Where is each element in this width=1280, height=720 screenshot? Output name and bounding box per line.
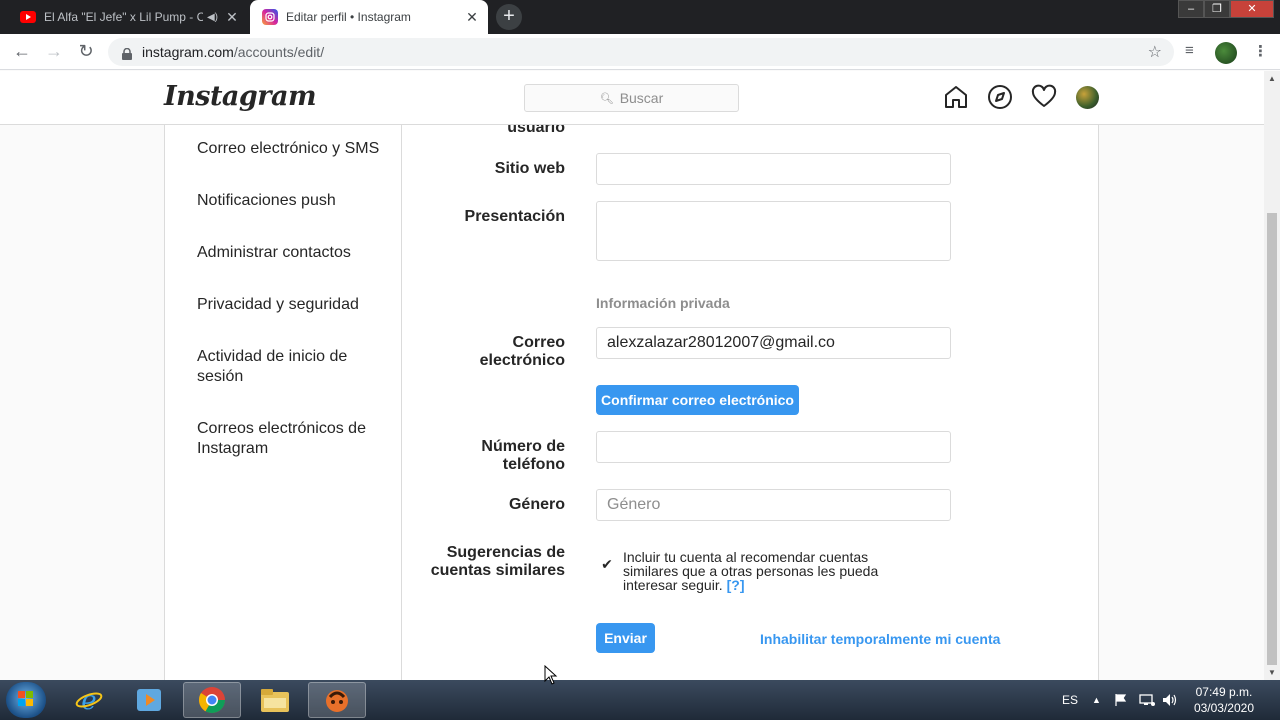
action-center-flag-icon[interactable] [1114, 680, 1128, 720]
edit-profile-page: Correo electrónico y SMS Notificaciones … [0, 125, 1264, 680]
profile-avatar[interactable] [1076, 86, 1099, 109]
bio-textarea[interactable] [596, 201, 951, 261]
sidebar-item-login-activity[interactable]: Actividad de inicio de sesión [197, 347, 362, 387]
settings-card: Correo electrónico y SMS Notificaciones … [164, 125, 1099, 680]
browser-tab-strip: El Alfa "El Jefe" x Lil Pump - C ◀) ✕ Ed… [0, 0, 1280, 34]
media-player-icon[interactable] [120, 682, 178, 718]
sidebar-item-instagram-emails[interactable]: Correos electrónicos de Instagram [197, 419, 372, 459]
instagram-logo[interactable]: Instagram [164, 81, 317, 112]
website-field[interactable] [596, 153, 951, 185]
email-field[interactable]: alexzalazar28012007@gmail.co [596, 327, 951, 359]
search-icon: 🔍︎ [599, 92, 614, 105]
forward-arrow-icon[interactable]: → [42, 40, 66, 64]
search-input[interactable]: 🔍︎ Buscar [524, 84, 739, 112]
windows-logo-icon [18, 691, 33, 706]
suggestions-description: Incluir tu cuenta al recomendar cuentas … [623, 550, 893, 592]
url-host: instagram.com [142, 44, 234, 60]
url-path: /accounts/edit/ [233, 44, 325, 60]
scroll-down-arrow-icon[interactable]: ▼ [1264, 668, 1280, 677]
system-clock[interactable]: 07:49 p.m. 03/03/2020 [1194, 684, 1254, 716]
window-controls: – ❐ ✕ [1178, 0, 1274, 18]
tray-expand-icon[interactable]: ▲ [1092, 680, 1101, 720]
url-text: instagram.com/accounts/edit/ [142, 44, 324, 60]
chrome-menu-icon[interactable]: ⋮ [1253, 42, 1268, 60]
sidebar-item-push-notifications[interactable]: Notificaciones push [197, 191, 387, 211]
close-window-icon[interactable]: ✕ [1230, 0, 1274, 18]
svg-text:e: e [81, 686, 96, 715]
instagram-header: Instagram 🔍︎ Buscar [0, 71, 1264, 125]
confirm-email-button[interactable]: Confirmar correo electrónico [596, 385, 799, 415]
instagram-favicon-icon [262, 9, 278, 25]
clock-time: 07:49 p.m. [1195, 685, 1253, 699]
youtube-icon [20, 9, 36, 25]
internet-explorer-icon[interactable]: e [60, 682, 118, 718]
mouse-cursor-icon [544, 665, 558, 685]
phone-field[interactable] [596, 431, 951, 463]
gender-field[interactable]: Género [596, 489, 951, 521]
activity-heart-icon[interactable] [1031, 84, 1057, 110]
minimize-icon[interactable]: – [1178, 0, 1204, 18]
chrome-taskbar-icon[interactable] [183, 682, 241, 718]
suggestions-help-link[interactable]: [?] [727, 577, 745, 593]
back-arrow-icon[interactable]: ← [10, 40, 34, 64]
language-indicator[interactable]: ES [1062, 680, 1078, 720]
tab-instagram[interactable]: Editar perfil • Instagram ✕ [250, 0, 488, 34]
reload-icon[interactable]: ↻ [74, 40, 98, 64]
email-label: Correo electrónico [479, 334, 565, 369]
lock-icon [122, 47, 132, 60]
tab-close-icon[interactable]: ✕ [222, 9, 242, 26]
search-placeholder: Buscar [619, 90, 664, 106]
page-scrollbar[interactable]: ▲ ▼ [1264, 71, 1280, 680]
clock-date: 03/03/2020 [1193, 701, 1254, 715]
tab-youtube[interactable]: El Alfa "El Jefe" x Lil Pump - C ◀) ✕ [8, 0, 248, 34]
bookmark-star-icon[interactable]: ☆ [1148, 42, 1162, 62]
game-app-icon[interactable] [308, 682, 366, 718]
private-info-heading: Información privada [596, 295, 730, 311]
volume-icon[interactable] [1162, 680, 1178, 720]
address-bar[interactable]: instagram.com/accounts/edit/ ☆ [108, 38, 1174, 66]
windows-taskbar: e ES ▲ 07:49 p.m. 03/03/2020 [0, 680, 1280, 720]
media-control-icon[interactable]: ≡ [1185, 42, 1194, 59]
new-tab-button[interactable]: + [496, 4, 522, 30]
sidebar-item-manage-contacts[interactable]: Administrar contactos [197, 243, 387, 263]
scroll-up-arrow-icon[interactable]: ▲ [1264, 74, 1280, 83]
submit-button[interactable]: Enviar [596, 623, 655, 653]
bio-label: Presentación [464, 208, 565, 225]
suggestions-checkbox[interactable]: ✔ [599, 556, 615, 572]
network-icon[interactable] [1139, 680, 1155, 720]
suggestions-label: Sugerencias de cuentas similares [430, 544, 565, 579]
disable-account-link[interactable]: Inhabilitar temporalmente mi cuenta [760, 631, 1000, 647]
settings-sidebar: Correo electrónico y SMS Notificaciones … [165, 125, 402, 680]
website-label: Sitio web [494, 160, 565, 177]
explore-compass-icon[interactable] [987, 84, 1013, 110]
scrollbar-thumb[interactable] [1267, 213, 1277, 665]
form-labels: usuario Sitio web Presentación Correo el… [405, 125, 565, 680]
suggestions-text: Incluir tu cuenta al recomendar cuentas … [623, 549, 879, 593]
chrome-profile-avatar[interactable] [1215, 42, 1237, 64]
gender-label: Género [508, 496, 565, 513]
phone-label: Número de teléfono [481, 438, 565, 473]
tab-title: El Alfa "El Jefe" x Lil Pump - C [44, 10, 203, 24]
maximize-icon[interactable]: ❐ [1204, 0, 1230, 18]
sidebar-item-privacy-security[interactable]: Privacidad y seguridad [197, 295, 387, 315]
home-icon[interactable] [943, 84, 969, 110]
browser-toolbar: ← → ↻ instagram.com/accounts/edit/ ☆ ≡ ⋮ [0, 34, 1280, 70]
sidebar-item-email-sms[interactable]: Correo electrónico y SMS [197, 139, 387, 159]
start-button[interactable] [6, 682, 46, 718]
username-label: usuario [507, 125, 565, 136]
tab-title: Editar perfil • Instagram [286, 10, 411, 24]
file-explorer-icon[interactable] [246, 682, 304, 718]
tab-close-icon[interactable]: ✕ [462, 9, 482, 26]
speaker-icon[interactable]: ◀) [207, 12, 218, 23]
